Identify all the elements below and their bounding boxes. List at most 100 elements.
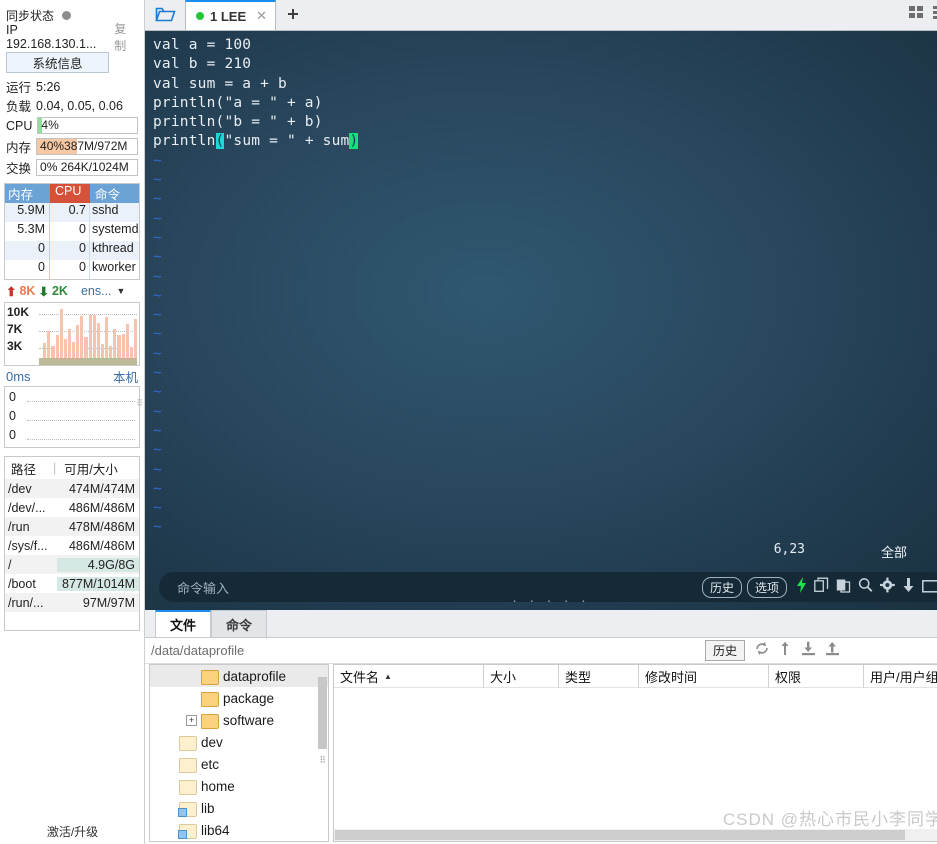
terminal-line-active: println("sum = " + sum) (153, 132, 937, 151)
ip-label: IP 192.168.130.1... (6, 23, 97, 51)
current-path[interactable]: /data/dataprofile (145, 643, 705, 658)
sysinfo-button[interactable]: 系统信息 (6, 52, 109, 73)
disk-row[interactable]: /boot 877M/1014M (5, 574, 139, 593)
file-list-hscrollbar[interactable] (334, 829, 937, 841)
disk-table-body: /dev 474M/474M/dev/... 486M/486M/run 478M/4… (5, 479, 139, 612)
cursor-position: 6,23 (773, 542, 805, 557)
file-column-header[interactable]: 修改时间 (639, 665, 769, 688)
latency-graph: 0 0 0 (4, 386, 140, 448)
search-icon[interactable] (858, 577, 873, 597)
lightning-icon[interactable] (796, 577, 807, 597)
session-tab-1[interactable]: 1 LEE ✕ (185, 0, 277, 30)
tree-scrollbar-thumb[interactable] (318, 677, 327, 749)
terminal-empty-line-marker: ~ (153, 500, 162, 517)
command-input[interactable]: 命令输入 (177, 578, 697, 597)
window-icon[interactable] (922, 578, 937, 597)
disk-row[interactable]: /dev 474M/474M (5, 479, 139, 498)
disk-row[interactable]: / 4.9G/8G (5, 555, 139, 574)
tree-item[interactable]: lib64 (150, 819, 328, 841)
disk-row[interactable]: /run/... 97M/97M (5, 593, 139, 612)
bottom-panel: 文件 命令 /data/dataprofile 历史 dataprofile p… (145, 610, 937, 844)
process-row[interactable]: 0 0 kworker (5, 260, 139, 279)
chevron-down-icon[interactable]: ▼ (117, 286, 126, 296)
tree-item[interactable]: dev (150, 731, 328, 753)
file-column-header[interactable]: 大小 (484, 665, 559, 688)
gear-icon[interactable] (880, 577, 895, 597)
new-tab-button[interactable] (276, 0, 310, 30)
folder-icon (179, 735, 197, 751)
tree-item-label: package (223, 690, 275, 706)
process-col-mem[interactable]: 内存 (5, 184, 50, 203)
file-column-header[interactable]: 用户/用户组 (864, 665, 937, 688)
disk-col-size[interactable]: 可用/大小 (56, 459, 139, 478)
terminal-empty-line-marker: ~ (153, 152, 162, 169)
sidebar-resize-handle[interactable]: ⠿ (136, 399, 143, 408)
history-pill-button[interactable]: 历史 (701, 576, 742, 598)
bottom-tab-files[interactable]: 文件 (155, 610, 212, 637)
expand-icon[interactable]: + (186, 714, 197, 726)
file-column-header[interactable]: 类型 (559, 665, 639, 688)
close-icon[interactable]: ✕ (256, 8, 267, 24)
disk-size: 474M/474M (68, 481, 135, 496)
file-history-button[interactable]: 历史 (704, 640, 745, 661)
options-pill-button[interactable]: 选项 (746, 576, 787, 598)
copy-icon[interactable] (814, 577, 829, 597)
file-column-label: 文件名 (340, 669, 380, 685)
activate-upgrade-link[interactable]: 激活/升级 (0, 823, 145, 840)
file-column-header[interactable]: 文件名 ▲ (334, 665, 484, 688)
disk-col-path[interactable]: 路径 (5, 459, 53, 478)
list-view-icon[interactable] (933, 5, 937, 24)
process-table-body: 5.9M 0.7 sshd 5.3M 0 systemd 0 0 kthread 0 0 kworke… (5, 203, 139, 279)
meter-row-内存: 内存 40%387M/972M (0, 136, 144, 157)
latency-host-label[interactable]: 本机 (113, 367, 138, 386)
disk-path: /dev/... (8, 500, 46, 515)
load-value: 0.04, 0.05, 0.06 (36, 98, 123, 113)
meter-bar: 4% (37, 117, 138, 134)
download-file-icon[interactable] (801, 641, 816, 661)
process-row[interactable]: 5.3M 0 systemd (5, 222, 139, 241)
download-icon[interactable] (902, 577, 915, 597)
terminal-status-row: 6,23 全部 (145, 542, 937, 562)
open-folder-icon[interactable] (145, 0, 185, 30)
panel-drag-handle[interactable]: · · · · · (511, 595, 589, 608)
main-area: 1 LEE ✕ val a = 100 val b = 210 val sum … (145, 0, 937, 844)
tree-item[interactable]: etc (150, 753, 328, 775)
tree-item-label: home (201, 778, 235, 794)
tree-resize-handle[interactable]: ⠿ (319, 756, 326, 765)
network-interface-select[interactable]: ens... (81, 284, 112, 298)
terminal-pane[interactable]: val a = 100 val b = 210 val sum = a + b pri… (145, 31, 937, 610)
disk-size: 478M/486M (68, 519, 135, 534)
process-col-cpu[interactable]: CPU (50, 184, 90, 203)
process-mem: 5.9M (5, 203, 50, 222)
copy-ip-button[interactable]: 复制 (114, 20, 138, 54)
upload-arrow-icon[interactable] (779, 641, 792, 661)
file-list-body[interactable] (334, 688, 937, 829)
tree-item[interactable]: dataprofile (150, 665, 328, 687)
network-graph-baseline (39, 358, 137, 365)
tree-item[interactable]: + software (150, 709, 328, 731)
uptime-row: 运行 5:26 (0, 77, 144, 96)
file-column-header[interactable]: 权限 (769, 665, 864, 688)
process-row[interactable]: 5.9M 0.7 sshd (5, 203, 139, 222)
disk-row[interactable]: /sys/f... 486M/486M (5, 536, 139, 555)
disk-row[interactable]: /run 478M/486M (5, 517, 139, 536)
grid-view-icon[interactable] (909, 5, 925, 24)
file-list-hscrollbar-thumb[interactable] (335, 830, 905, 840)
tree-item[interactable]: package (150, 687, 328, 709)
terminal-empty-line-marker: ~ (153, 307, 162, 324)
process-col-cmd[interactable]: 命令 (90, 184, 139, 203)
directory-tree[interactable]: dataprofile package + software dev etc home lib… (149, 664, 329, 842)
disk-row[interactable]: /dev/... 486M/486M (5, 498, 139, 517)
tree-item[interactable]: home (150, 775, 328, 797)
tree-item-label: software (223, 712, 275, 728)
tree-item[interactable]: lib (150, 797, 328, 819)
upload-file-icon[interactable] (825, 641, 840, 661)
bottom-tab-commands[interactable]: 命令 (211, 610, 268, 637)
process-cpu: 0.7 (50, 203, 90, 222)
latency-y-tick: 0 (9, 390, 16, 404)
refresh-icon[interactable] (754, 641, 770, 661)
meter-value: 4% (41, 118, 59, 132)
terminal-toolbar-icons (796, 577, 937, 597)
process-row[interactable]: 0 0 kthread (5, 241, 139, 260)
paste-icon[interactable] (836, 577, 851, 597)
